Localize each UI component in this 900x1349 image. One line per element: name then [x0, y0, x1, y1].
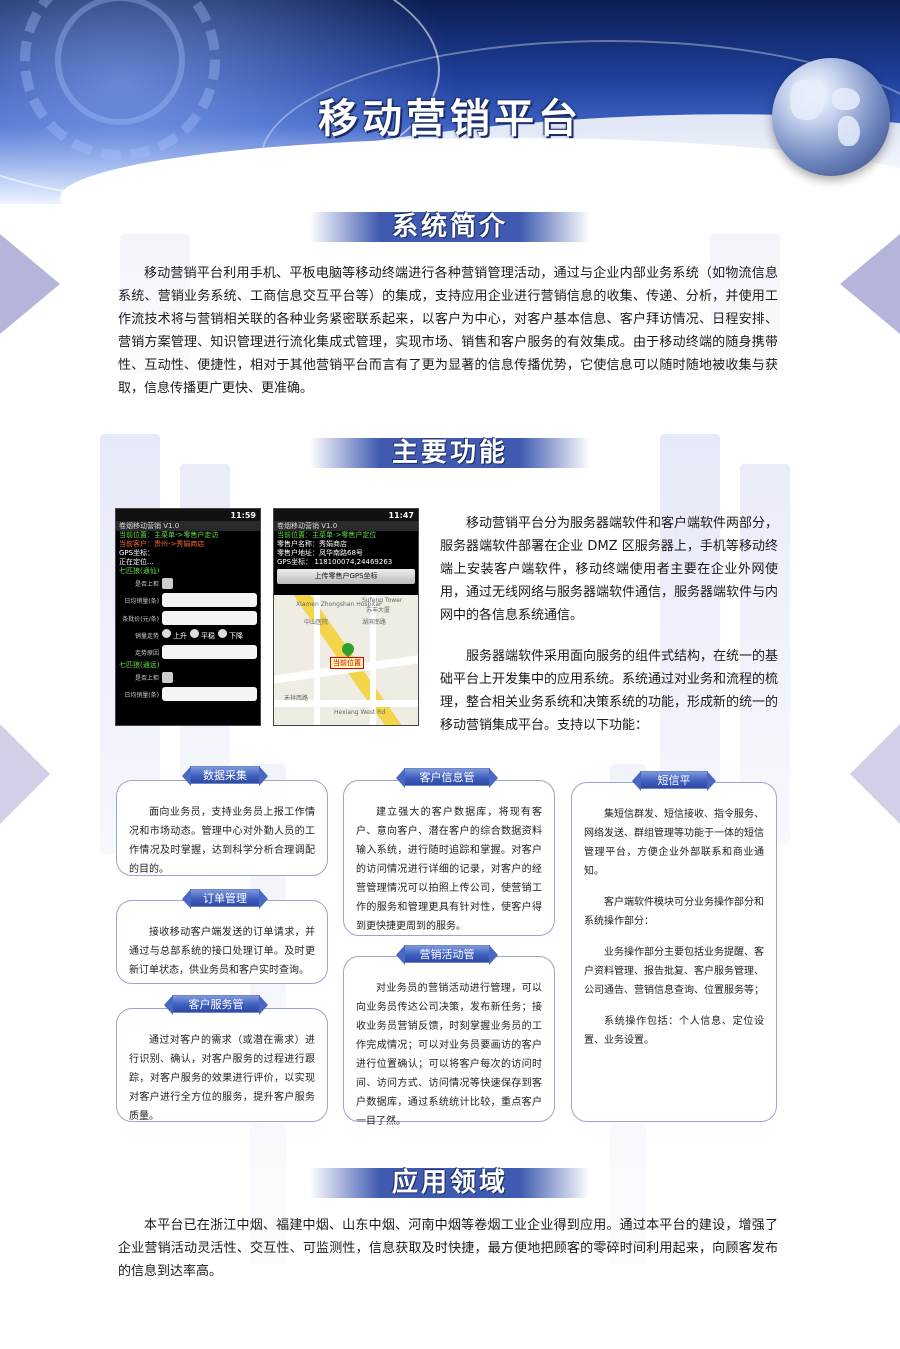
functions-text-1: 移动营销平台分为服务器端软件和客户端软件两部分，服务器端软件部署在企业 DMZ …: [440, 516, 779, 623]
feature-box-service: 通过对客户的需求（或潜在需求）进行识别、确认，对客户服务的过程进行跟踪，对客户服…: [116, 1008, 328, 1122]
phone-screenshot-location: 11:47 卷烟移动营销 V1.0 当前位置：主菜单->零售户定位 零售户名称：…: [273, 508, 419, 726]
feature-box-orders: 接收移动客户端发送的订单请求，并通过与总部系统的接口处理订单。及时更新订单状态，…: [116, 900, 328, 984]
intro-text: 移动营销平台利用手机、平板电脑等移动终端进行各种营销管理活动，通过与企业内部业务…: [118, 266, 778, 396]
functions-text-2: 服务器端软件采用面向服务的组件式结构，在统一的基础平台上开发集中的应用系统。系统…: [440, 649, 779, 733]
phone-screenshot-visit: 11:59 卷烟移动营销 V1.0 当前位置：主菜单->零售户走访 当前客户：贵…: [115, 508, 261, 726]
feature-box-sms: 集短信群发、短信接收、指令服务、网络发送、群组管理等功能于一体的短信管理平台，方…: [571, 782, 777, 1122]
section-heading-intro: 系统简介: [310, 206, 590, 248]
feature-box-data-collect: 面向业务员，支持业务员上报工作情况和市场动态。管理中心对外勤人员的工作情况及时掌…: [116, 780, 328, 876]
feature-tag-marketing: 营销活动管理: [396, 945, 498, 979]
pin-label: 当前位置: [330, 657, 364, 669]
page-title: 移动营销平台: [318, 95, 582, 142]
map-view[interactable]: Xiamen Zhongshan Hospital 中山医院 Sufeng To…: [274, 595, 418, 725]
feature-tag-sms: 短信平台: [632, 771, 716, 805]
feature-tag-orders: 订单管理: [182, 889, 268, 909]
section-heading-application: 应用领域: [310, 1162, 590, 1204]
upload-gps-button[interactable]: 上传零售户GPS坐标: [277, 569, 415, 584]
feature-tag-service: 客户服务管理: [164, 995, 268, 1029]
feature-tag-data-collect: 数据采集: [182, 766, 268, 786]
application-text: 本平台已在浙江中烟、福建中烟、山东中烟、河南中烟等卷烟工业企业得到应用。通过本平…: [118, 1218, 778, 1279]
feature-tag-customer-info: 客户信息管理: [396, 768, 498, 802]
globe-icon: [772, 58, 890, 176]
section-heading-functions: 主要功能: [310, 432, 590, 474]
